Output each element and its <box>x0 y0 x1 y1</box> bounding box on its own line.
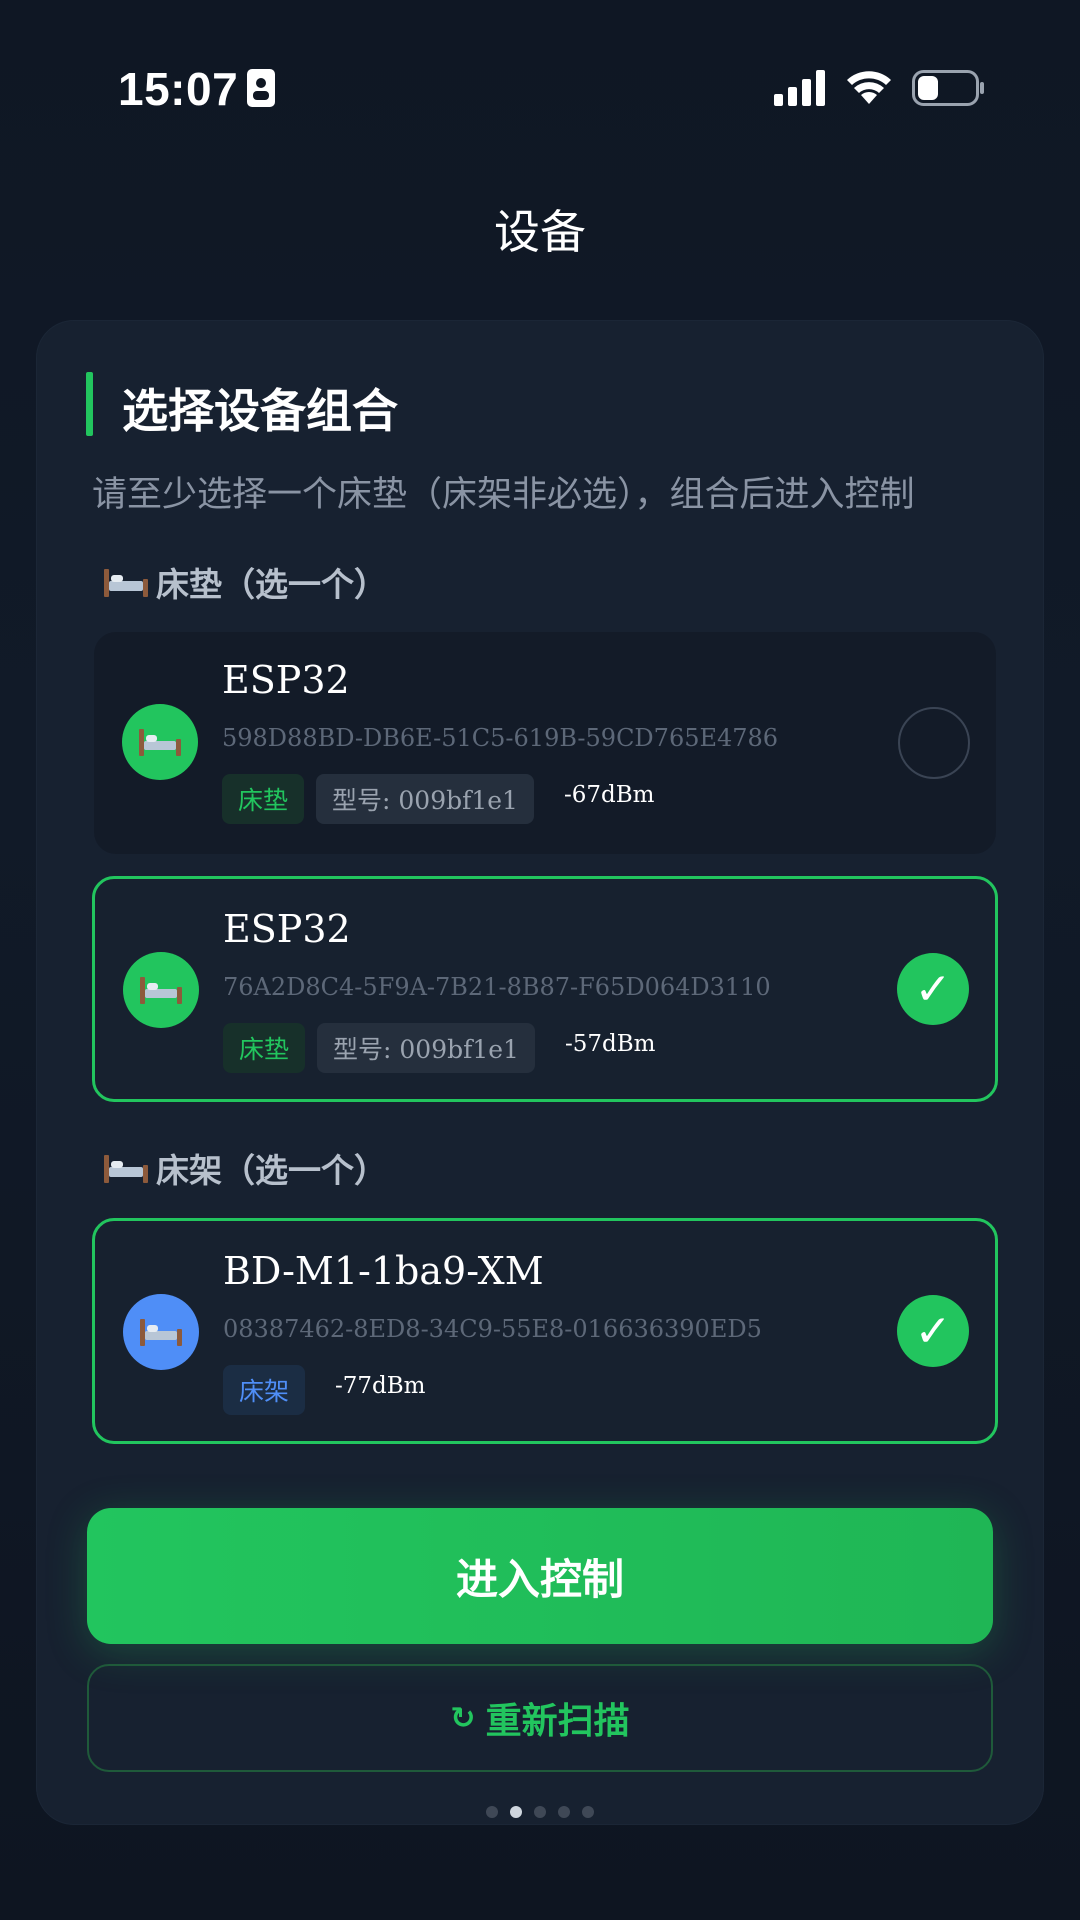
page-dot[interactable] <box>486 1806 498 1818</box>
rssi-value: -77dBm <box>335 1373 426 1399</box>
status-time: 15:07 <box>118 63 239 115</box>
device-uuid: 76A2D8C4-5F9A-7B21-8B87-F65D064D3110 <box>223 973 771 1001</box>
battery-icon <box>912 70 984 106</box>
section-accent-bar <box>86 372 93 436</box>
frame-group-text: 床架（选一个） <box>156 1151 387 1190</box>
card-title: 选择设备组合 <box>122 384 398 438</box>
page-title: 设备 <box>494 205 586 259</box>
rescan-button[interactable]: ↻ 重新扫描 <box>87 1664 993 1772</box>
cellular-signal-icon <box>774 70 825 106</box>
rssi-value: -67dBm <box>563 782 655 808</box>
card-subtitle: 请至少选择一个床垫（床架非必选），组合后进入控制 <box>92 475 915 515</box>
page-dot[interactable] <box>534 1806 546 1818</box>
type-tag: 床垫 <box>223 1023 306 1073</box>
enter-control-button[interactable]: 进入控制 <box>87 1508 993 1644</box>
bed-icon <box>139 729 181 756</box>
type-tag: 床架 <box>223 1365 306 1415</box>
status-bar: 15:07 <box>0 0 1080 170</box>
select-radio-unchecked[interactable] <box>898 707 970 779</box>
bed-icon <box>104 569 148 597</box>
device-item-frame-1[interactable]: BD-M1-1ba9-XM 08387462-8ED8-34C9-55E8-01… <box>92 1218 998 1444</box>
bed-icon <box>140 1319 182 1346</box>
rescan-label: 重新扫描 <box>485 1701 630 1742</box>
device-name: ESP32 <box>223 907 351 951</box>
device-tags: 床垫 型号: 009bf1e1 -57dBm <box>223 1023 673 1073</box>
wifi-icon <box>847 71 891 104</box>
checkmark-icon[interactable]: ✓ <box>897 953 969 1025</box>
mattress-group-label: 床垫（选一个） <box>102 558 387 606</box>
device-screen: 15:07 设备 选择设备组合 请至少选择一个床垫（床架非必选），组合后进入控制 <box>0 0 1080 1920</box>
device-name: BD-M1-1ba9-XM <box>223 1249 544 1293</box>
device-tags: 床架 -77dBm <box>223 1365 444 1415</box>
page-dot[interactable] <box>582 1806 594 1818</box>
mattress-avatar <box>122 704 198 780</box>
rssi-value: -57dBm <box>564 1031 656 1057</box>
device-item-mattress-2[interactable]: ESP32 76A2D8C4-5F9A-7B21-8B87-F65D064D31… <box>92 876 998 1102</box>
page-dot[interactable] <box>558 1806 570 1818</box>
model-tag: 型号: 009bf1e1 <box>317 1023 535 1073</box>
device-uuid: 598D88BD-DB6E-51C5-619B-59CD765E4786 <box>222 724 779 752</box>
frame-avatar <box>123 1294 199 1370</box>
frame-group-label: 床架（选一个） <box>102 1144 387 1192</box>
type-tag: 床垫 <box>222 774 305 824</box>
checkmark-icon[interactable]: ✓ <box>897 1295 969 1367</box>
refresh-icon: ↻ <box>450 1700 476 1736</box>
device-name: ESP32 <box>222 658 350 702</box>
device-selection-card: 选择设备组合 请至少选择一个床垫（床架非必选），组合后进入控制 床垫（选一个） <box>36 320 1044 1825</box>
model-tag: 型号: 009bf1e1 <box>316 774 534 824</box>
bed-icon <box>104 1155 148 1183</box>
device-tags: 床垫 型号: 009bf1e1 -67dBm <box>222 774 672 824</box>
page-dot-active[interactable] <box>510 1806 522 1818</box>
mattress-group-text: 床垫（选一个） <box>156 565 387 604</box>
device-item-mattress-1[interactable]: ESP32 598D88BD-DB6E-51C5-619B-59CD765E47… <box>94 632 996 854</box>
device-uuid: 08387462-8ED8-34C9-55E8-016636390ED5 <box>223 1315 762 1343</box>
contact-card-icon <box>247 69 275 107</box>
mattress-avatar <box>123 952 199 1028</box>
page-indicator <box>0 1806 1080 1818</box>
bed-icon <box>140 977 182 1004</box>
